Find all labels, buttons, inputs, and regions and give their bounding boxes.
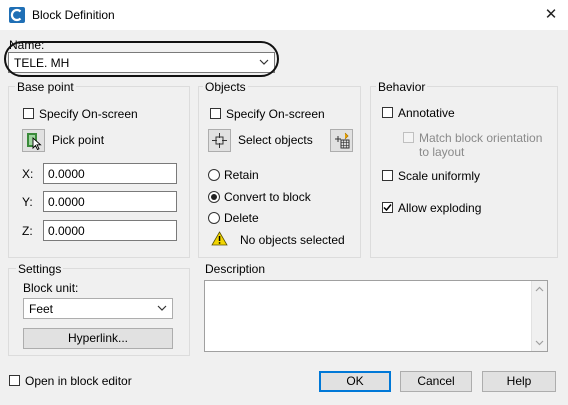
help-button[interactable]: Help [482, 371, 556, 392]
block-definition-dialog: Block Definition ✕ Name: TELE. MH Base p… [0, 0, 568, 405]
x-input[interactable]: 0.0000 [43, 163, 177, 184]
annotative-checkbox[interactable] [382, 107, 393, 118]
scale-uniformly-checkbox[interactable] [382, 170, 393, 181]
chevron-down-icon [157, 305, 167, 311]
retain-radio[interactable] [208, 169, 220, 181]
autocad-app-icon [9, 7, 25, 23]
match-orientation-label-line2: to layout [419, 145, 465, 159]
highlight-oval [4, 41, 279, 77]
allow-exploding-label: Allow exploding [398, 201, 482, 215]
base-specify-onscreen-checkbox[interactable] [23, 108, 34, 119]
block-unit-label: Block unit: [23, 281, 79, 295]
select-objects-label: Select objects [238, 133, 313, 147]
block-unit-value: Feet [29, 302, 54, 316]
scroll-down-icon[interactable] [535, 340, 544, 346]
select-objects-button[interactable] [208, 129, 231, 152]
close-icon[interactable]: ✕ [538, 4, 564, 26]
y-value: 0.0000 [48, 195, 85, 209]
match-orientation-checkbox[interactable] [403, 132, 414, 143]
allow-exploding-checkbox[interactable] [382, 202, 393, 213]
behavior-group-label: Behavior [376, 80, 428, 94]
z-label: Z: [22, 224, 33, 238]
title-bar: Block Definition ✕ [0, 0, 568, 30]
window-title: Block Definition [32, 8, 115, 22]
select-objects-icon [212, 133, 227, 148]
quick-select-icon [335, 132, 350, 149]
objects-status-text: No objects selected [240, 233, 345, 247]
match-orientation-label: Match block orientation [419, 131, 543, 145]
scroll-up-icon[interactable] [535, 286, 544, 292]
objects-specify-onscreen-checkbox[interactable] [210, 108, 221, 119]
x-label: X: [22, 167, 34, 181]
ok-button[interactable]: OK [319, 371, 391, 392]
quick-select-button[interactable] [330, 129, 353, 152]
retain-label: Retain [224, 168, 259, 182]
open-in-block-editor-checkbox[interactable] [9, 375, 20, 386]
delete-label: Delete [224, 211, 259, 225]
open-in-block-editor-label: Open in block editor [25, 374, 132, 388]
x-value: 0.0000 [48, 167, 85, 181]
checkmark-icon [383, 204, 392, 212]
convert-to-block-label: Convert to block [224, 190, 311, 204]
z-value: 0.0000 [48, 224, 85, 238]
y-label: Y: [22, 195, 33, 209]
pick-point-button[interactable] [22, 129, 45, 152]
scale-uniformly-label: Scale uniformly [398, 169, 481, 183]
cancel-button[interactable]: Cancel [400, 371, 472, 392]
base-specify-onscreen-label: Specify On-screen [39, 107, 138, 121]
base-point-group-label: Base point [15, 80, 76, 94]
description-textarea[interactable] [204, 280, 548, 352]
radio-selected-dot [211, 194, 217, 200]
block-unit-select[interactable]: Feet [23, 298, 173, 319]
objects-specify-onscreen-label: Specify On-screen [226, 107, 325, 121]
settings-group-label: Settings [16, 262, 64, 276]
pick-point-icon [27, 133, 42, 151]
objects-group-label: Objects [203, 80, 248, 94]
description-label: Description [205, 262, 266, 276]
z-input[interactable]: 0.0000 [43, 220, 177, 241]
pick-point-label: Pick point [52, 133, 105, 147]
y-input[interactable]: 0.0000 [43, 191, 177, 212]
annotative-label: Annotative [398, 106, 455, 120]
hyperlink-button[interactable]: Hyperlink... [23, 328, 173, 349]
warning-icon [211, 231, 228, 246]
convert-to-block-radio[interactable] [208, 191, 220, 203]
delete-radio[interactable] [208, 212, 220, 224]
description-scrollbar[interactable] [531, 281, 547, 351]
